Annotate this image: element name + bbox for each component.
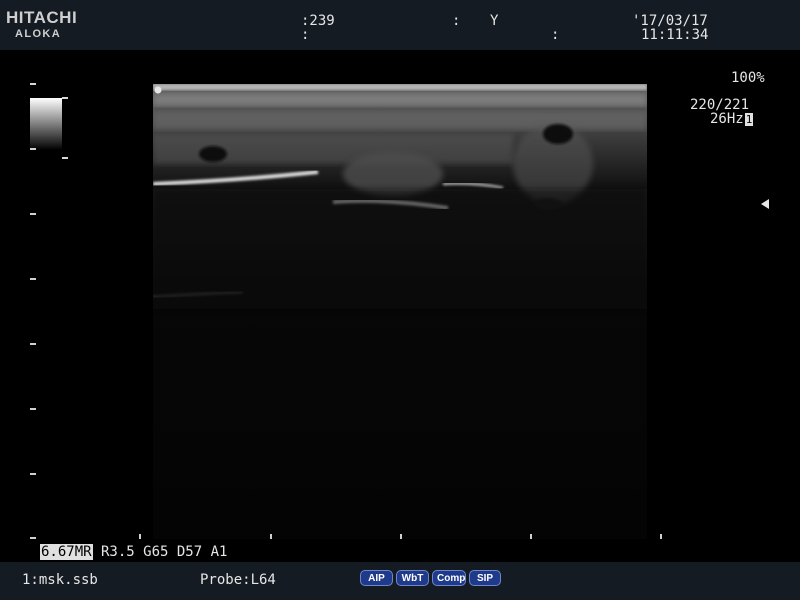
focus-marker-icon[interactable] [761,199,769,209]
frame-rate-value: 26Hz [710,111,744,127]
probe-name: Probe:L64 [200,572,276,588]
lateral-tick [660,534,662,539]
lateral-tick [270,534,272,539]
exam-time: 11:11:34 [641,27,709,43]
depth-tick [30,343,36,345]
sip-button[interactable]: SIP [469,570,501,586]
grayscale-marker-top [62,97,68,99]
depth-tick [30,537,36,539]
preset-name: 1:msk.ssb [22,572,98,588]
lateral-tick [400,534,402,539]
brand-logo: HITACHI [6,8,78,27]
grayscale-top-tick [30,83,36,85]
zoom-level: 100% [731,70,765,86]
frequency-value: 6.67MR [40,544,93,560]
patient-name-field: : [301,27,310,43]
lateral-tick [530,534,532,539]
frame-rate-box: 1 [744,113,754,126]
ultrasound-image [153,84,647,539]
grayscale-bar [30,98,62,150]
imaging-parameters: 6.67MR R3.5 G65 D57 A1 [40,544,227,560]
header-bar: HITACHI ALOKA :239 : : Y : '17/03/17 11:… [0,0,800,50]
parameter-values: R3.5 G65 D57 A1 [92,544,228,560]
header-sex-field: Y [490,13,499,29]
comp-button[interactable]: Comp [432,570,466,586]
depth-tick [30,148,36,150]
header-separator: : [452,13,461,29]
brand-sub-logo: ALOKA [15,28,62,40]
aip-button[interactable]: AIP [360,570,393,586]
wbt-button[interactable]: WbT [396,570,429,586]
lateral-tick [139,534,141,539]
frame-rate: 26Hz 1 [710,111,754,127]
depth-tick [30,213,36,215]
depth-tick [30,278,36,280]
grayscale-marker-bottom [62,157,68,159]
ultrasound-scan-graphic [153,84,647,539]
header-separator-2: : [551,27,560,43]
depth-tick [30,408,36,410]
depth-tick [30,473,36,475]
